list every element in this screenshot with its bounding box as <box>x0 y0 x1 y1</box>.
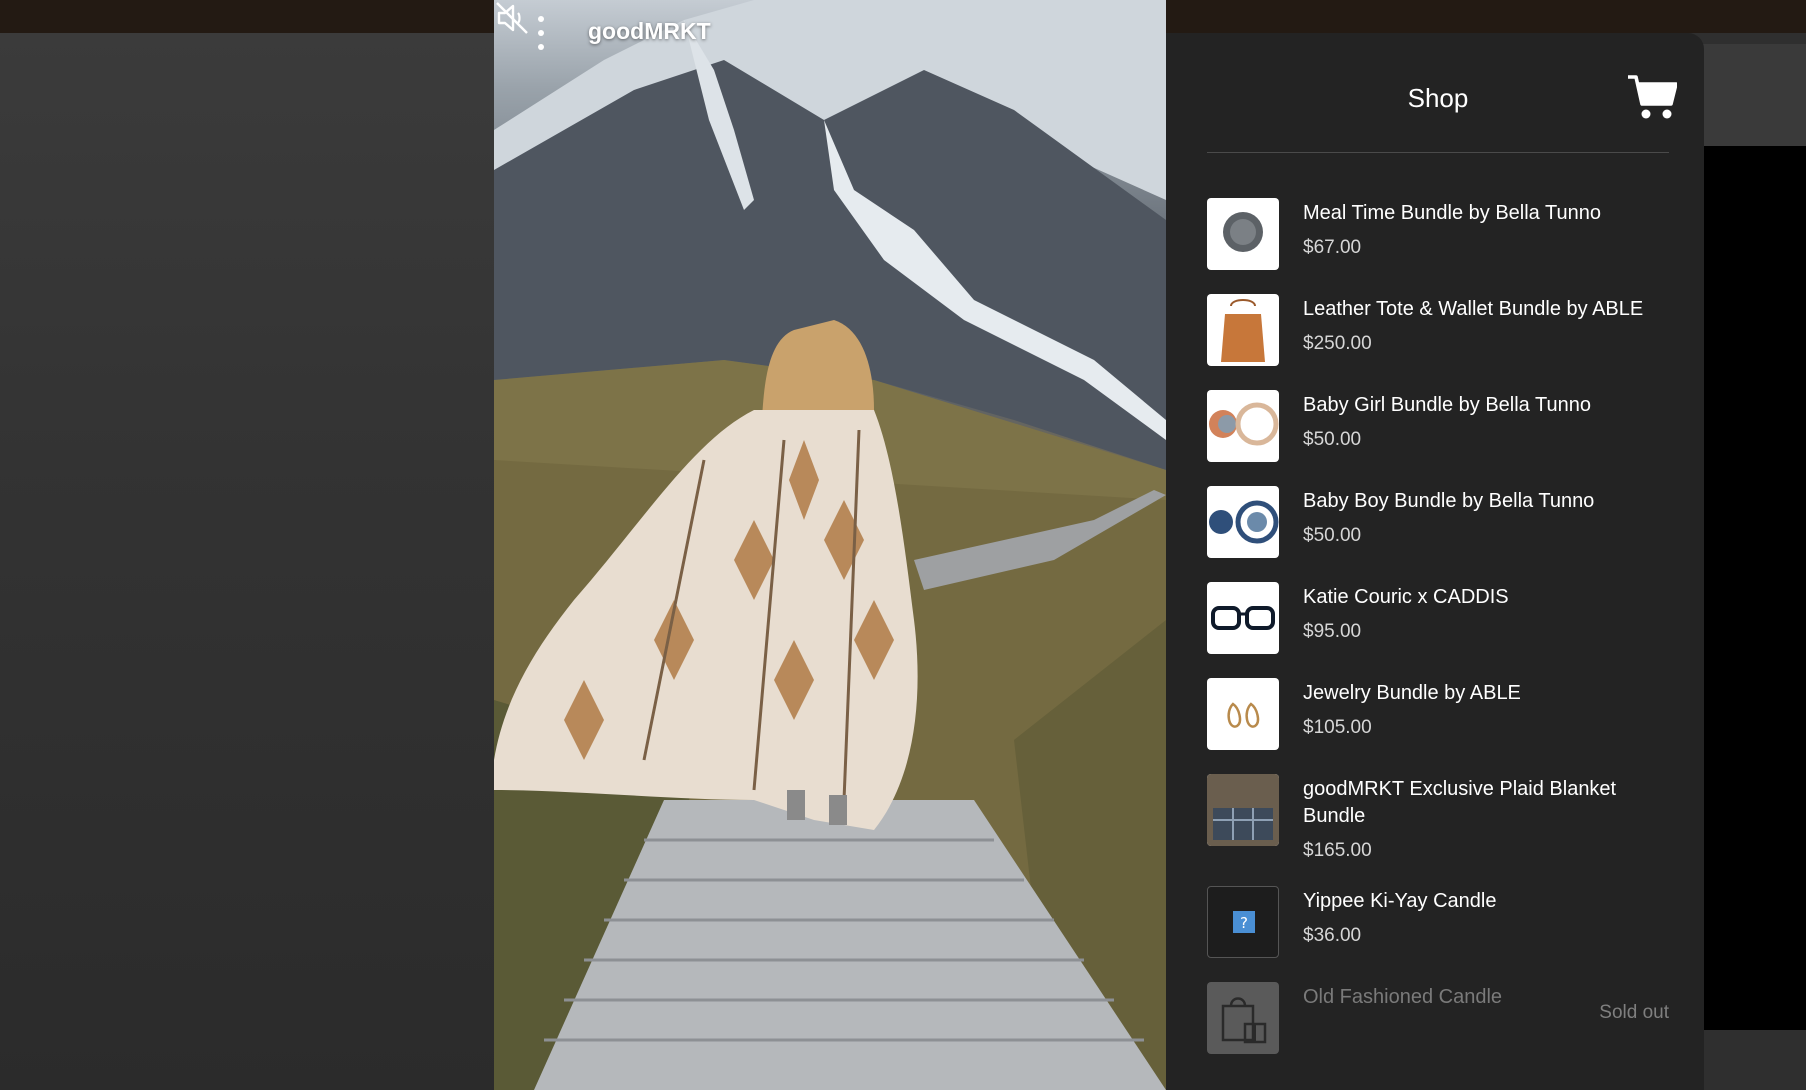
product-name: Katie Couric x CADDIS <box>1303 586 1509 608</box>
shop-header: Shop <box>1207 33 1669 153</box>
product-name: Leather Tote & Wallet Bundle by ABLE <box>1303 298 1644 320</box>
product-price: $50.00 <box>1303 525 1362 546</box>
product-item[interactable]: ? Yippee Ki-Yay Candle $36.00 <box>1207 886 1669 958</box>
product-thumbnail <box>1207 390 1279 462</box>
sold-out-badge: Sold out <box>1599 1002 1669 1023</box>
product-name: Baby Girl Bundle by Bella Tunno <box>1303 394 1591 416</box>
product-list: Meal Time Bundle by Bella Tunno $67.00 L… <box>1207 198 1669 1078</box>
product-price: $105.00 <box>1303 717 1372 738</box>
product-thumbnail <box>1207 198 1279 270</box>
product-thumbnail <box>1207 982 1279 1054</box>
product-item[interactable]: Meal Time Bundle by Bella Tunno $67.00 <box>1207 198 1669 270</box>
video-frame <box>494 0 1166 1090</box>
product-price: $50.00 <box>1303 429 1362 450</box>
product-item-sold-out[interactable]: Old Fashioned Candle Sold out <box>1207 982 1669 1054</box>
shop-panel: Shop Meal Time Bundle by Bella Tunno $67… <box>1166 33 1704 1090</box>
product-thumbnail <box>1207 678 1279 750</box>
product-thumbnail <box>1207 486 1279 558</box>
product-thumbnail: ? <box>1207 886 1279 958</box>
product-price: $250.00 <box>1303 333 1372 354</box>
product-price: $165.00 <box>1303 840 1372 861</box>
product-price: $67.00 <box>1303 237 1362 258</box>
page-backdrop-left <box>0 33 520 1090</box>
product-item[interactable]: Baby Girl Bundle by Bella Tunno $50.00 <box>1207 390 1669 462</box>
product-item[interactable]: Katie Couric x CADDIS $95.00 <box>1207 582 1669 654</box>
product-item[interactable]: Leather Tote & Wallet Bundle by ABLE $25… <box>1207 294 1669 366</box>
product-thumbnail <box>1207 294 1279 366</box>
product-name: Yippee Ki-Yay Candle <box>1303 890 1497 912</box>
product-price: $95.00 <box>1303 621 1362 642</box>
page-backdrop-black <box>1700 146 1806 1030</box>
product-thumbnail <box>1207 774 1279 846</box>
page-backdrop-strip <box>1700 44 1806 146</box>
shopping-cart-icon[interactable] <box>1627 74 1677 120</box>
video-top-bar: goodMRKT <box>494 0 1166 64</box>
video-player[interactable]: goodMRKT <box>494 0 1166 1090</box>
svg-text:?: ? <box>1240 914 1248 932</box>
gift-bag-icon <box>1221 997 1267 1044</box>
product-item[interactable]: goodMRKT Exclusive Plaid Blanket Bundle … <box>1207 774 1669 862</box>
product-name: Baby Boy Bundle by Bella Tunno <box>1303 490 1595 512</box>
product-thumbnail <box>1207 582 1279 654</box>
brand-name: goodMRKT <box>588 18 711 44</box>
product-price: $36.00 <box>1303 925 1362 946</box>
product-name: Jewelry Bundle by ABLE <box>1303 682 1521 704</box>
product-item[interactable]: Baby Boy Bundle by Bella Tunno $50.00 <box>1207 486 1669 558</box>
kebab-menu-icon[interactable] <box>528 16 554 50</box>
product-name: goodMRKT Exclusive Plaid Blanket Bundle <box>1303 778 1617 827</box>
muted-speaker-icon[interactable] <box>494 0 530 36</box>
product-item[interactable]: Jewelry Bundle by ABLE $105.00 <box>1207 678 1669 750</box>
product-name: Meal Time Bundle by Bella Tunno <box>1303 202 1601 224</box>
shop-title: Shop <box>1407 83 1469 113</box>
